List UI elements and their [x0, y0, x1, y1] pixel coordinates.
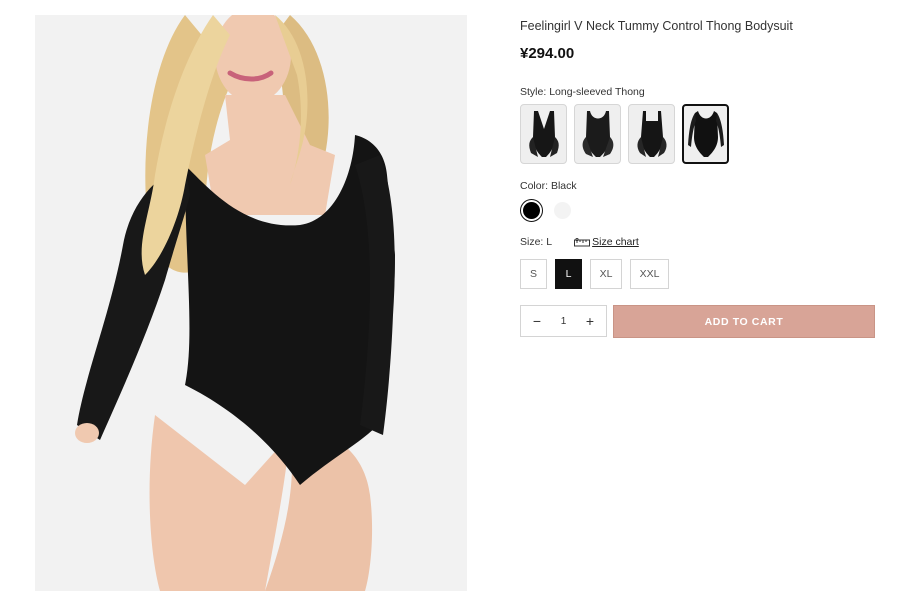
size-option-l[interactable]: L	[555, 259, 583, 289]
style-options	[520, 104, 729, 164]
color-label: Color: Black	[520, 180, 577, 192]
color-dot-black	[523, 202, 540, 219]
style-option-square-neck-thong[interactable]	[628, 104, 675, 164]
color-swatch-white[interactable]	[551, 199, 574, 222]
size-option-s[interactable]: S	[520, 259, 548, 289]
size-label: Size: L	[520, 236, 552, 248]
color-options	[520, 199, 574, 222]
quantity-decrease-button[interactable]: −	[531, 313, 543, 329]
size-chart-label: Size chart	[592, 236, 639, 248]
product-title: Feelingirl V Neck Tummy Control Thong Bo…	[520, 19, 793, 33]
color-label-key: Color:	[520, 180, 549, 192]
style-option-v-neck-thong[interactable]	[520, 104, 567, 164]
size-option-xxl[interactable]: XXL	[630, 259, 670, 289]
quantity-value[interactable]: 1	[561, 316, 567, 327]
product-main-image[interactable]	[35, 15, 467, 591]
size-label-value: L	[546, 236, 553, 248]
color-swatch-black[interactable]	[520, 199, 543, 222]
add-to-cart-button[interactable]: ADD TO CART	[613, 305, 875, 338]
color-dot-white	[554, 202, 571, 219]
quantity-stepper: − 1 +	[520, 305, 607, 337]
quantity-increase-button[interactable]: +	[584, 313, 596, 329]
bodysuit-square-neck-thumbnail	[636, 111, 667, 157]
style-label: Style: Long-sleeved Thong	[520, 86, 645, 98]
product-photo	[35, 15, 467, 591]
size-chart-link[interactable]: Size chart	[574, 236, 639, 248]
size-option-xl[interactable]: XL	[590, 259, 623, 289]
product-price: ¥294.00	[520, 45, 575, 62]
size-label-key: Size:	[520, 236, 544, 248]
style-option-long-sleeved-thong[interactable]	[682, 104, 729, 164]
ruler-icon	[574, 237, 591, 246]
style-label-key: Style:	[520, 86, 547, 98]
bodysuit-v-neck-thumbnail	[528, 111, 559, 157]
style-label-value: Long-sleeved Thong	[549, 86, 645, 98]
color-label-value: Black	[550, 180, 577, 192]
size-label-row: Size: L Size chart	[520, 236, 639, 248]
size-options: S L XL XXL	[520, 259, 670, 289]
bodysuit-scoop-thumbnail	[582, 111, 613, 157]
style-option-scoop-thong[interactable]	[574, 104, 621, 164]
bodysuit-long-sleeved-thumbnail	[687, 111, 724, 157]
